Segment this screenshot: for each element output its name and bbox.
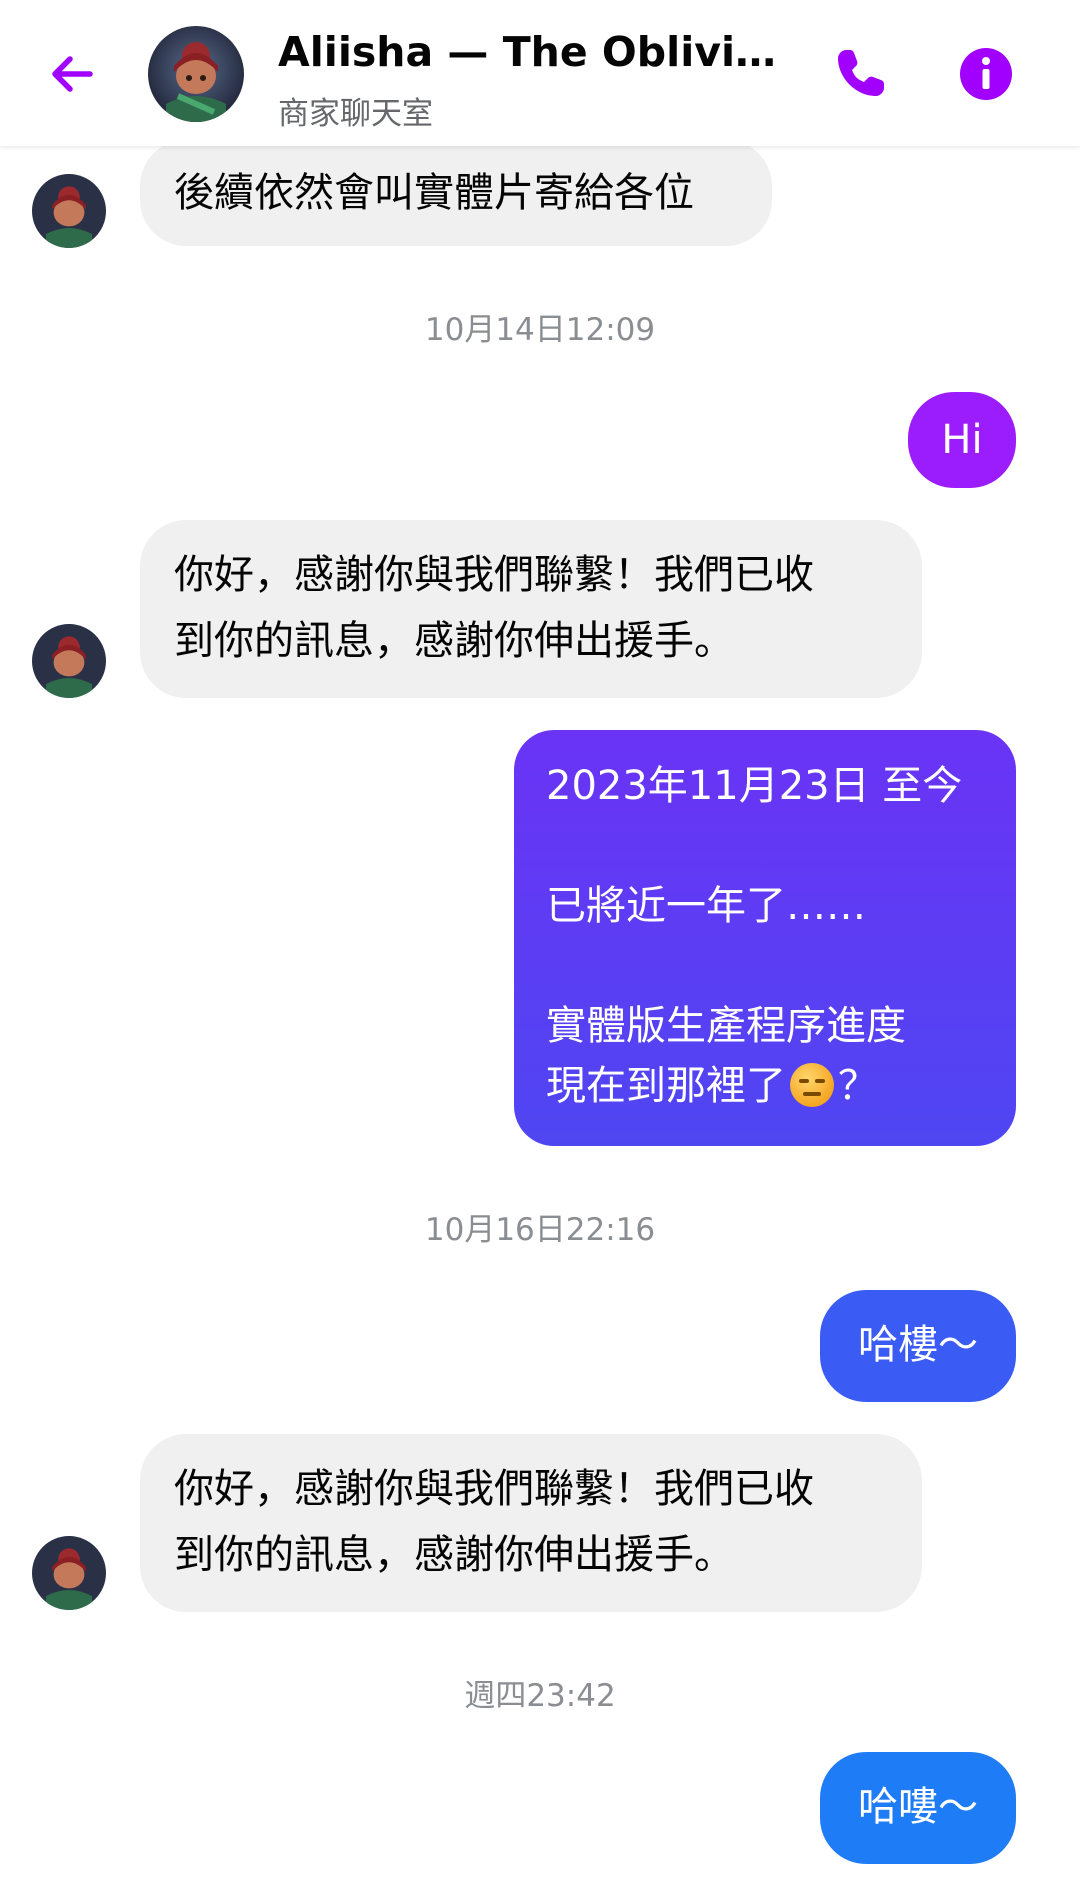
back-button[interactable] <box>42 44 102 104</box>
message-text: Hi <box>941 417 983 463</box>
message-bubble-incoming[interactable]: 後續依然會叫實體片寄給各位 <box>140 140 772 246</box>
timestamp: 10月16日22:16 <box>424 1212 656 1248</box>
arrow-left-icon <box>52 56 93 92</box>
chat-subtitle: 商家聊天室 <box>278 96 433 132</box>
message-text-line: 到你的訊息，感謝你伸出援手。 <box>174 1532 734 1578</box>
message-bubble-incoming[interactable]: 你好，感謝你與我們聯繫！我們已收 到你的訊息，感謝你伸出援手。 <box>140 1434 922 1612</box>
message-bubble-outgoing[interactable]: 哈嘍～ <box>820 1752 1016 1864</box>
phone-icon <box>838 50 884 96</box>
message-text: 後續依然會叫實體片寄給各位 <box>174 170 694 216</box>
message-bubble-outgoing[interactable]: 2023年11月23日 至今 已將近一年了…… 實體版生產程序進度 現在到那裡了… <box>514 730 1016 1146</box>
message-text-line: 現在到那裡了 ？ <box>546 1056 986 1116</box>
avatar-image <box>32 1536 106 1610</box>
message-text: 哈嘍～ <box>858 1784 978 1830</box>
message-text: 哈樓～ <box>858 1322 978 1368</box>
message-text-line: 2023年11月23日 至今 <box>546 763 963 809</box>
message-bubble-outgoing[interactable]: Hi <box>908 392 1016 488</box>
info-icon <box>960 48 1012 100</box>
timestamp: 10月14日12:09 <box>424 312 656 348</box>
message-text: ？ <box>838 1063 878 1109</box>
contact-avatar-small[interactable] <box>32 1536 106 1610</box>
message-text-line: 你好，感謝你與我們聯繫！我們已收 <box>174 1466 814 1512</box>
timestamp: 週四23:42 <box>464 1678 616 1714</box>
avatar-image <box>148 26 244 122</box>
avatar-image <box>32 174 106 248</box>
message-text-line: 到你的訊息，感謝你伸出援手。 <box>174 618 734 664</box>
call-button[interactable] <box>830 44 890 104</box>
avatar-image <box>32 624 106 698</box>
contact-avatar[interactable] <box>148 26 244 122</box>
contact-avatar-small[interactable] <box>32 174 106 248</box>
message-bubble-incoming[interactable]: 你好，感謝你與我們聯繫！我們已收 到你的訊息，感謝你伸出援手。 <box>140 520 922 698</box>
chat-title[interactable]: Aliisha — The Oblivion… <box>278 28 798 76</box>
info-button[interactable] <box>958 46 1014 102</box>
contact-avatar-small[interactable] <box>32 624 106 698</box>
message-text-line: 已將近一年了…… <box>546 883 866 929</box>
expressionless-face-emoji <box>790 1063 834 1107</box>
message-text-line: 你好，感謝你與我們聯繫！我們已收 <box>174 552 814 598</box>
chat-header: Aliisha — The Oblivion… 商家聊天室 <box>0 0 1080 146</box>
message-bubble-outgoing[interactable]: 哈樓～ <box>820 1290 1016 1402</box>
message-text-line: 實體版生產程序進度 <box>546 1003 906 1049</box>
message-text: 現在到那裡了 <box>546 1063 786 1109</box>
